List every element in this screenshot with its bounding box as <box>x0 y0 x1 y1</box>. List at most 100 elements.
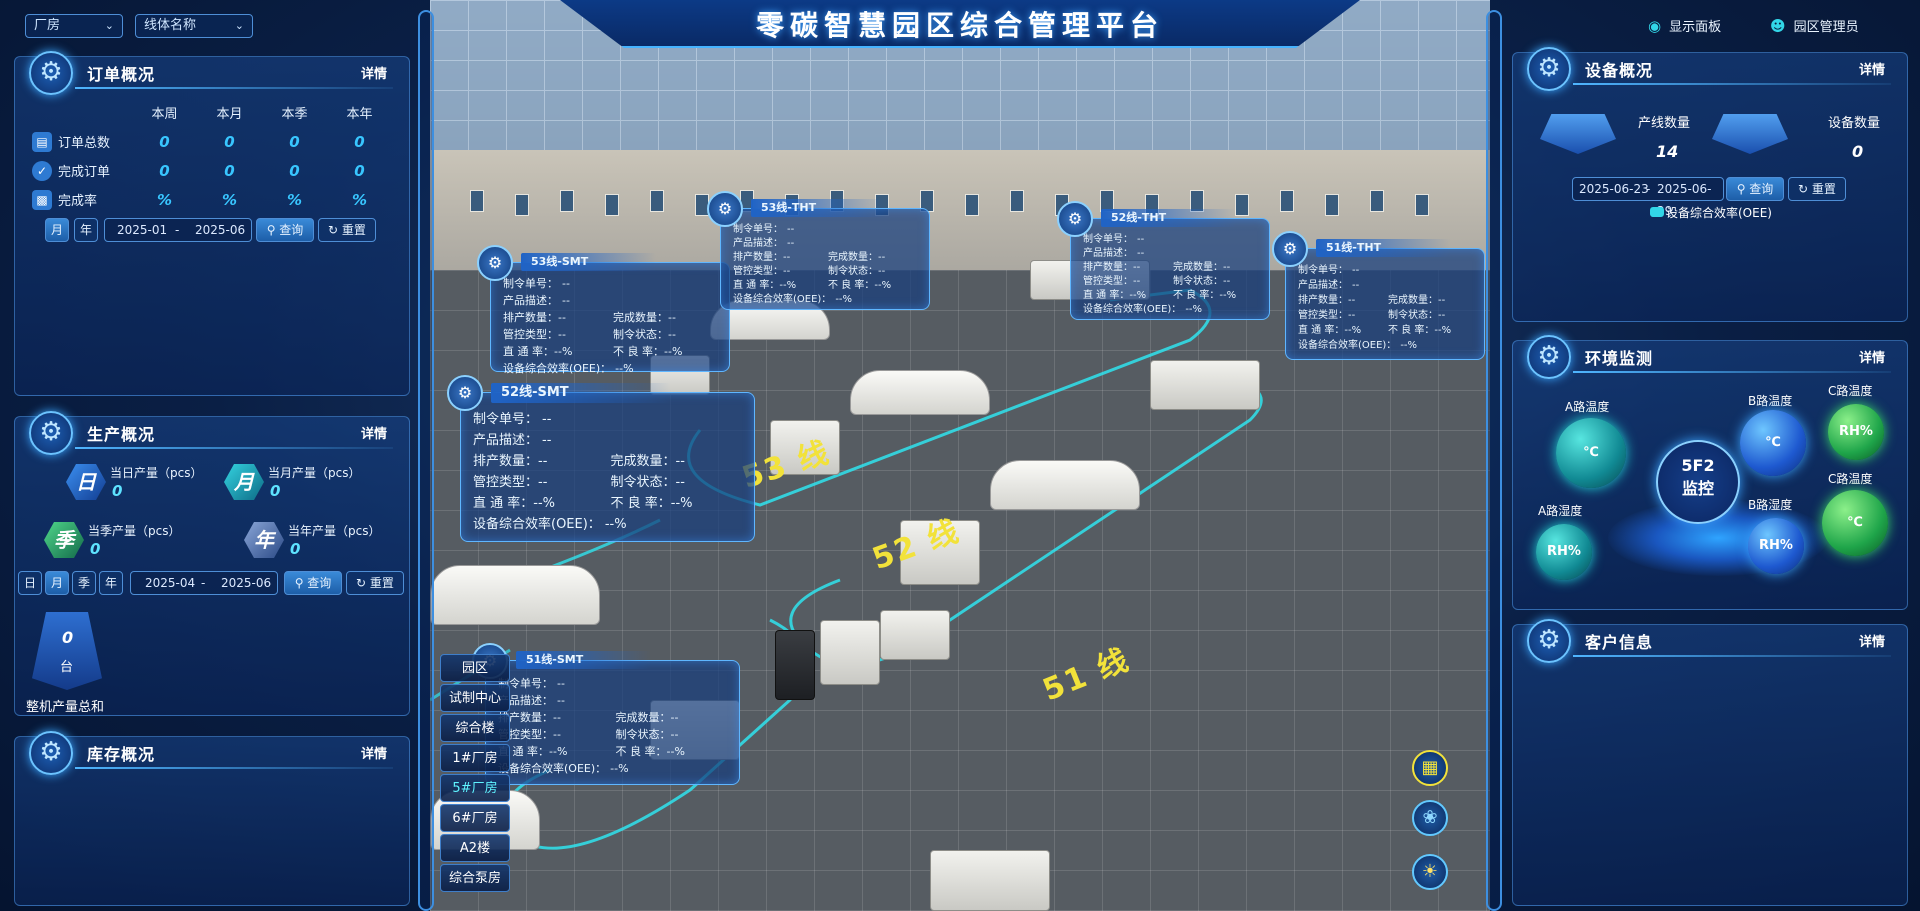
field-value: -- <box>668 328 676 341</box>
tab-year[interactable]: 年 <box>99 571 123 595</box>
tab-year[interactable]: 年 <box>74 218 98 242</box>
table-cell: 0 <box>159 132 170 151</box>
line-51-tht-popup[interactable]: ⚙ 51线-THT 制令单号： -- 产品描述： -- 排产数量：-- 完成数量：--… <box>1272 231 1485 360</box>
user-menu[interactable]: ☻ 园区管理员 <box>1770 16 1859 35</box>
field-label: 直 通 率： <box>503 345 554 358</box>
equipment-query-button[interactable]: ⚲ 查询 <box>1726 177 1784 201</box>
line-51-smt-popup[interactable]: ⚙ 51线-SMT 制令单号：-- 产品描述：-- 排产数量：--完成数量：--… <box>472 643 740 785</box>
equipment-date-range[interactable]: 2025-06-23 - 2025-06-29 <box>1572 177 1724 218</box>
field-label: 制令单号： <box>1083 234 1133 245</box>
table-cell: 0 <box>289 132 300 151</box>
field-label: 设备综合效率(OEE)： <box>1083 304 1182 315</box>
line-52-smt-popup[interactable]: ⚙ 52线-SMT 制令单号： -- 产品描述： -- 排产数量：-- 完成数量：--… <box>447 375 755 542</box>
field-value: --% <box>835 294 853 305</box>
sensor-label: B路温度 <box>1748 394 1793 408</box>
building-tab[interactable]: 试制中心 <box>440 684 510 712</box>
building-tab[interactable]: A2楼 <box>440 834 510 862</box>
field-label: 产品描述： <box>1298 280 1348 291</box>
table-cell: % <box>351 190 368 209</box>
table-cell: 0 <box>224 161 235 180</box>
display-panel-toggle[interactable]: ◉ 显示面板 <box>1648 16 1721 35</box>
sensor-label: B路湿度 <box>1748 498 1793 512</box>
building-tab[interactable]: 1#厂房 <box>440 744 510 772</box>
inventory-detail-link[interactable]: 详情 <box>361 743 387 762</box>
customers-detail-link[interactable]: 详情 <box>1859 631 1885 650</box>
field-value: --% <box>1434 325 1452 336</box>
sensor-label: C路温度 <box>1828 384 1873 398</box>
production-detail-link[interactable]: 详情 <box>361 423 387 442</box>
month-output-value: 0 <box>270 482 281 500</box>
field-label: 排产数量： <box>733 252 783 263</box>
line-53-smt-popup[interactable]: ⚙ 53线-SMT 制令单号： -- 产品描述： -- 排产数量：-- 完成数量：--… <box>477 245 730 375</box>
field-value: -- <box>553 711 561 724</box>
date-separator: - <box>201 576 206 590</box>
line-name-select[interactable]: 线体名称 ⌄ <box>135 14 253 38</box>
tab-day[interactable]: 日 <box>18 571 42 595</box>
sensor-label: A路温度 <box>1565 400 1610 414</box>
line-icon: ⚙ <box>1057 201 1093 237</box>
orders-date-range[interactable]: 2025-01 - 2025-06 <box>104 218 252 242</box>
production-query-button[interactable]: ⚲ 查询 <box>284 571 342 595</box>
sensor-b-humidity[interactable]: RH% <box>1748 518 1804 574</box>
field-value: -- <box>558 311 566 324</box>
production-date-range[interactable]: 2025-04 - 2025-06 <box>130 571 278 595</box>
popup-title: 51线-THT <box>1316 239 1451 257</box>
field-label: 完成数量： <box>613 311 668 324</box>
tab-month[interactable]: 月 <box>45 571 69 595</box>
monitor-center[interactable]: 5F2 监控 <box>1656 440 1740 524</box>
table-cell: % <box>156 190 173 209</box>
field-value: -- <box>878 266 886 277</box>
orders-query-button[interactable]: ⚲ 查询 <box>256 218 314 242</box>
total-output-label: 整机产量总和 <box>26 700 105 715</box>
equipment-reset-button[interactable]: ↻ 重置 <box>1788 177 1846 201</box>
tab-month[interactable]: 月 <box>45 218 69 242</box>
building-tab[interactable]: 园区 <box>440 654 510 682</box>
field-value: --% <box>874 280 892 291</box>
sensor-a-temp[interactable]: ℃ <box>1556 418 1626 488</box>
field-label: 不 良 率： <box>828 280 875 291</box>
building-tab[interactable]: 6#厂房 <box>440 804 510 832</box>
sensor-a-humidity[interactable]: RH% <box>1536 524 1592 580</box>
line-53-tht-popup[interactable]: ⚙ 53线-THT 制令单号： -- 产品描述： -- 排产数量：-- 完成数量：--… <box>707 191 930 310</box>
field-value: -- <box>1348 295 1356 306</box>
lightbulb-icon[interactable]: ☀ <box>1412 854 1448 890</box>
factory-select[interactable]: 厂房 ⌄ <box>25 14 123 38</box>
field-label: 制令状态： <box>610 475 676 490</box>
tab-quarter[interactable]: 季 <box>72 571 96 595</box>
header-divider <box>75 767 393 769</box>
sensor-b-temp[interactable]: ℃ <box>1740 410 1806 476</box>
smt-machine <box>880 610 950 660</box>
environment-detail-link[interactable]: 详情 <box>1859 347 1885 366</box>
sensor-c-humidity[interactable]: RH% <box>1828 404 1884 460</box>
chip-icon[interactable]: ▦ <box>1412 750 1448 786</box>
orders-reset-button[interactable]: ↻ 重置 <box>318 218 376 242</box>
orders-detail-link[interactable]: 详情 <box>361 63 387 82</box>
sensor-c-temp[interactable]: ℃ <box>1822 490 1888 556</box>
field-label: 排产数量： <box>1298 295 1348 306</box>
oee-legend-swatch <box>1650 207 1664 217</box>
field-label: 制令状态： <box>615 728 671 741</box>
search-icon: ⚲ <box>1736 182 1750 196</box>
building-tab[interactable]: 综合泵房 <box>440 864 510 892</box>
fan-icon[interactable]: ❀ <box>1412 800 1448 836</box>
bar-chart-icon: ▩ <box>32 189 52 210</box>
smt-machine <box>775 630 815 700</box>
line-count-label: 产线数量 <box>1638 116 1691 131</box>
table-cell: 0 <box>224 132 235 151</box>
date-start: 2025-06-23 <box>1579 182 1649 196</box>
line-52-tht-popup[interactable]: ⚙ 52线-THT 制令单号： -- 产品描述： -- 排产数量：-- 完成数量：--… <box>1057 201 1270 320</box>
refresh-icon: ↻ <box>356 576 370 590</box>
building-tab-active[interactable]: 5#厂房 <box>440 774 510 802</box>
production-reset-button[interactable]: ↻ 重置 <box>346 571 404 595</box>
device-count-value: 0 <box>1852 142 1864 161</box>
equipment-detail-link[interactable]: 详情 <box>1859 59 1885 78</box>
page-title: 零碳智慧园区综合管理平台 <box>755 9 1164 42</box>
field-value: -- <box>542 412 552 427</box>
factory-select-value: 厂房 <box>34 18 61 33</box>
building-tab[interactable]: 综合楼 <box>440 714 510 742</box>
line-icon: ⚙ <box>1272 231 1308 267</box>
monitor-center-line1: 5F2 <box>1681 456 1715 475</box>
field-label: 管控类型： <box>503 328 558 341</box>
row-label: 完成订单 <box>58 165 111 180</box>
gear-icon: ⚙ <box>29 411 73 455</box>
